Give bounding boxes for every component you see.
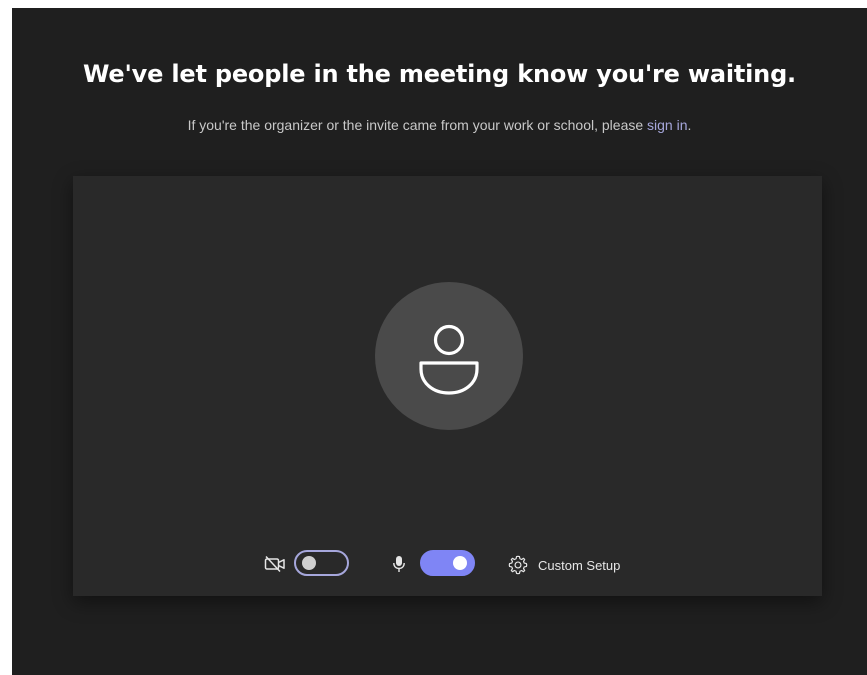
- microphone-toggle-knob: [453, 556, 467, 570]
- sign-in-link[interactable]: sign in: [647, 117, 687, 133]
- page-subtitle: If you're the organizer or the invite ca…: [12, 117, 867, 133]
- page-title: We've let people in the meeting know you…: [83, 60, 796, 88]
- subtitle-period: .: [687, 117, 692, 133]
- custom-setup-label: Custom Setup: [538, 557, 621, 573]
- video-preview: Custom Setup: [73, 176, 822, 596]
- camera-toggle-knob: [302, 556, 316, 570]
- meeting-lobby: We've let people in the meeting know you…: [12, 8, 867, 675]
- microphone-toggle[interactable]: [420, 550, 475, 576]
- camera-off-icon: [264, 555, 285, 573]
- camera-toggle[interactable]: [294, 550, 349, 576]
- microphone-icon: [393, 556, 405, 572]
- device-controls: Custom Setup: [73, 548, 822, 582]
- subtitle-text: If you're the organizer or the invite ca…: [187, 117, 648, 133]
- custom-setup-button[interactable]: Custom Setup: [507, 552, 620, 578]
- avatar: [375, 282, 523, 430]
- person-icon: [419, 324, 479, 395]
- gear-icon: [508, 555, 528, 575]
